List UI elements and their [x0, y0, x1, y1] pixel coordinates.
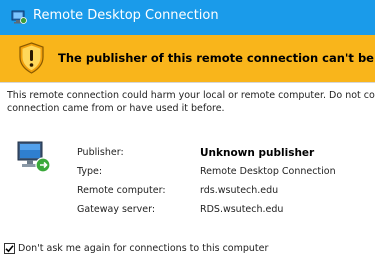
remote-computer-row: Remote computer: rds.wsutech.edu	[77, 181, 336, 200]
gateway-server-row: Gateway server: RDS.wsutech.edu	[77, 200, 336, 219]
warning-shield-icon	[19, 42, 44, 74]
dont-ask-again-checkbox[interactable]	[4, 242, 15, 254]
title-bar[interactable]: Remote Desktop Connection	[0, 0, 375, 35]
warning-banner: The publisher of this remote connection …	[0, 35, 375, 82]
remote-computer-icon	[17, 141, 51, 173]
dont-ask-again-label[interactable]: Don't ask me again for connections to th…	[18, 243, 268, 254]
gateway-server-label: Gateway server:	[77, 204, 156, 215]
warning-message: This remote connection could harm your l…	[7, 90, 375, 115]
type-value: Remote Desktop Connection	[200, 166, 336, 177]
type-row: Type: Remote Desktop Connection	[77, 162, 336, 181]
dont-ask-again-option[interactable]: Don't ask me again for connections to th…	[4, 241, 268, 255]
checkmark-icon	[5, 244, 14, 252]
window-title: Remote Desktop Connection	[33, 8, 219, 23]
warning-line-1: This remote connection could harm your l…	[7, 90, 375, 101]
connection-details: Publisher: Unknown publisher Type: Remot…	[77, 143, 336, 219]
remote-computer-value: rds.wsutech.edu	[200, 185, 279, 196]
publisher-row: Publisher: Unknown publisher	[77, 143, 336, 162]
divider	[0, 82, 375, 83]
type-label: Type:	[77, 166, 103, 177]
remote-computer-label: Remote computer:	[77, 185, 166, 196]
publisher-label: Publisher:	[77, 147, 124, 158]
publisher-value: Unknown publisher	[200, 146, 315, 159]
banner-message: The publisher of this remote connection …	[58, 51, 375, 65]
remote-desktop-icon	[11, 10, 27, 24]
gateway-server-value: RDS.wsutech.edu	[200, 204, 284, 215]
warning-line-2: connection came from or have used it bef…	[7, 102, 225, 114]
